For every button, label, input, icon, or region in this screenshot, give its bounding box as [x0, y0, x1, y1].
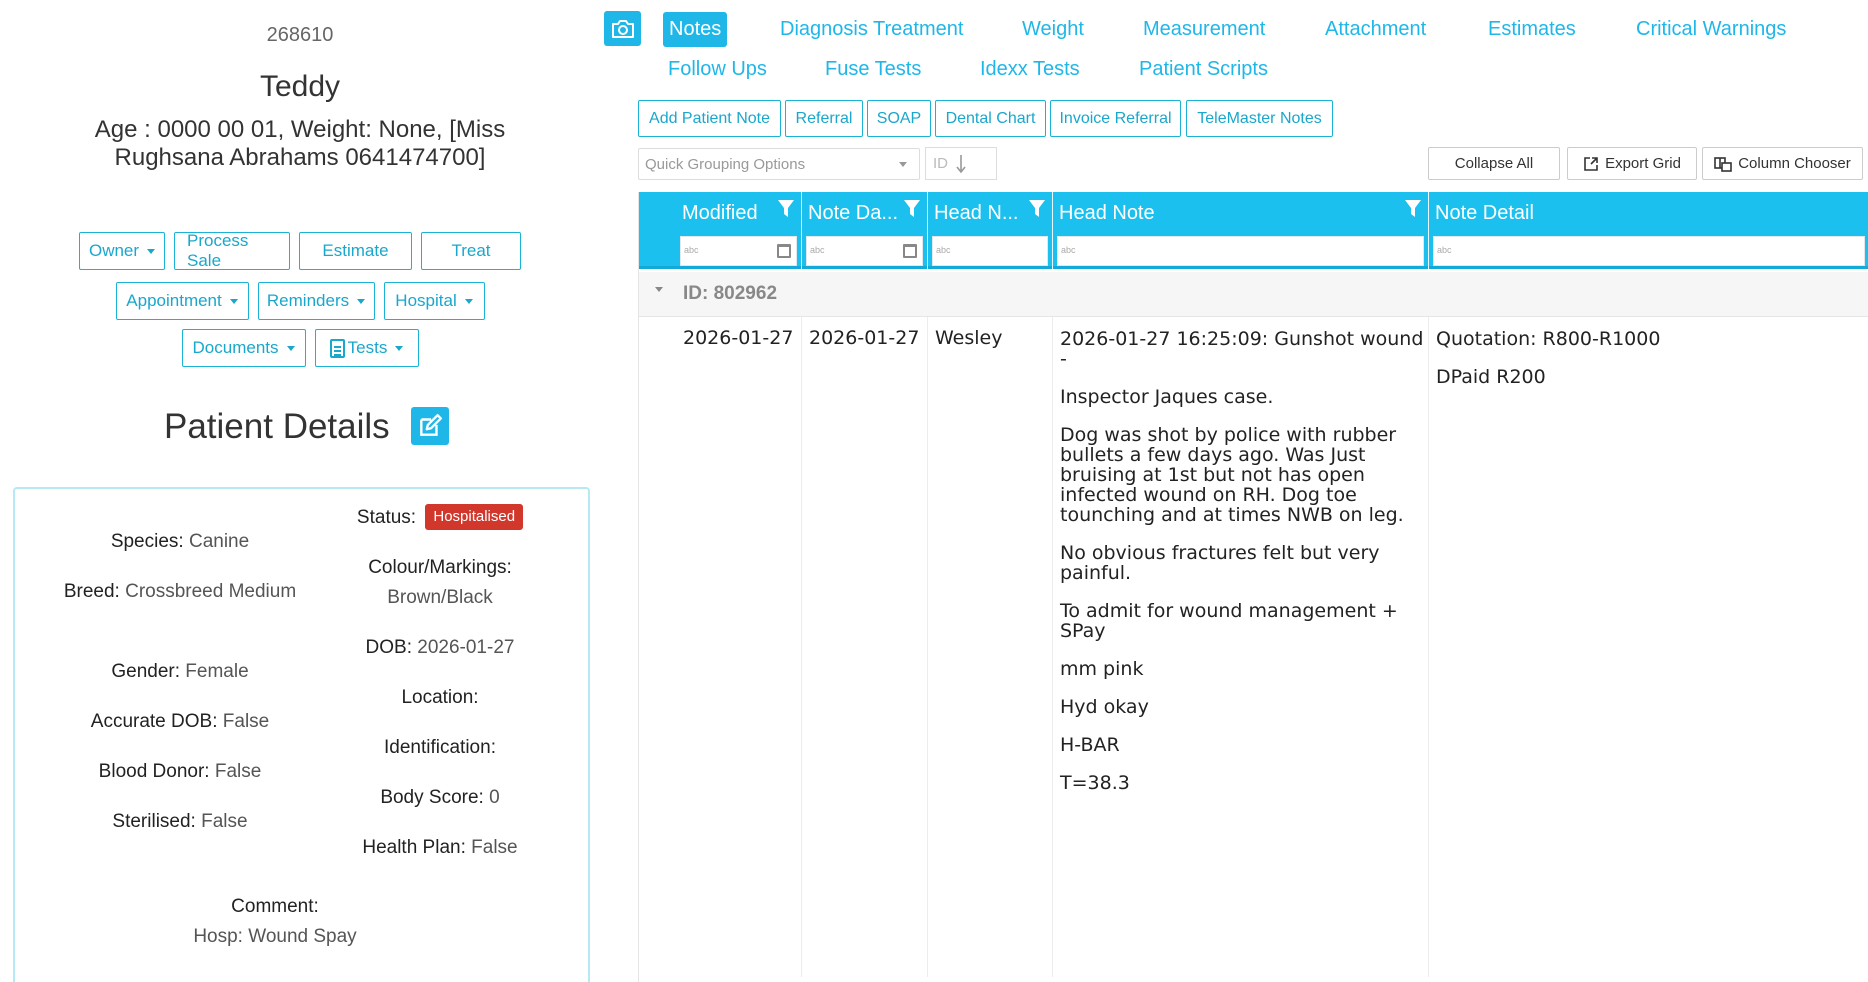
filter-input-head-name[interactable]: abc: [932, 236, 1048, 266]
column-header-head-note[interactable]: Head Note abc: [1053, 192, 1429, 269]
notes-grid: Modified abc Note Da... abc Head N... ab…: [638, 192, 1868, 982]
camera-button[interactable]: [604, 11, 641, 46]
tab-measurement[interactable]: Measurement: [1143, 18, 1265, 41]
patient-name: Teddy: [259, 70, 341, 103]
owner-dropdown-button[interactable]: Owner: [79, 232, 165, 270]
appointment-dropdown-button[interactable]: Appointment: [115, 282, 249, 320]
caret-down-icon: [395, 345, 404, 351]
filter-icon[interactable]: [1028, 199, 1046, 219]
tab-estimates[interactable]: Estimates: [1488, 18, 1576, 41]
cell-head-name: Wesley: [928, 317, 1053, 977]
dob-field: DOB: 2026-01-27: [365, 637, 515, 658]
gender-field: Gender: Female: [111, 661, 249, 682]
column-chooser-icon: [1714, 156, 1733, 172]
sterilised-field: Sterilised: False: [112, 811, 248, 832]
camera-icon: [611, 19, 634, 38]
telemaster-notes-button[interactable]: TeleMaster Notes: [1186, 100, 1333, 137]
caret-down-icon: [357, 298, 366, 304]
cell-head-note: 2026-01-27 16:25:09: Gunshot wound - Ins…: [1053, 317, 1429, 977]
sort-id-button[interactable]: ID: [925, 147, 997, 180]
filter-input-head-note[interactable]: abc: [1057, 236, 1424, 266]
estimate-button[interactable]: Estimate: [299, 232, 412, 270]
cell-modified: 2026-01-27: [676, 317, 802, 977]
body-score-field: Body Score: 0: [380, 787, 500, 808]
action-row-3: Documents Tests: [0, 329, 600, 367]
grid-header: Modified abc Note Da... abc Head N... ab…: [639, 192, 1868, 269]
column-chooser-button[interactable]: Column Chooser: [1702, 147, 1863, 180]
patient-panel: 268610 Teddy Age : 0000 00 01, Weight: N…: [0, 0, 600, 982]
tab-fuse-tests[interactable]: Fuse Tests: [825, 58, 921, 81]
filter-input-note-detail[interactable]: abc: [1433, 236, 1865, 266]
location-field: Location:: [401, 687, 479, 708]
caret-down-icon: [899, 162, 907, 167]
head-note-text: 2026-01-27 16:25:09: Gunshot wound - Ins…: [1060, 328, 1424, 794]
identification-field: Identification:: [384, 737, 496, 758]
caret-down-icon: [147, 248, 156, 254]
referral-button[interactable]: Referral: [785, 100, 863, 137]
blood-donor-field: Blood Donor: False: [98, 761, 262, 782]
export-grid-button[interactable]: Export Grid: [1567, 147, 1697, 180]
tab-follow-ups[interactable]: Follow Ups: [668, 58, 767, 81]
reminders-dropdown-button[interactable]: Reminders: [257, 282, 375, 320]
add-patient-note-button[interactable]: Add Patient Note: [638, 100, 781, 137]
colour-field: Colour/Markings: Brown/Black: [368, 557, 512, 608]
comment-field: Comment: Hosp: Wound Spay: [193, 896, 357, 947]
process-sale-button[interactable]: Process Sale: [174, 231, 290, 270]
quick-grouping-select[interactable]: Quick Grouping Options: [638, 148, 920, 180]
filter-icon[interactable]: [1404, 199, 1422, 219]
edit-icon: [420, 413, 443, 436]
tab-idexx-tests[interactable]: Idexx Tests: [980, 58, 1080, 81]
note-detail-text: Quotation: R800-R1000 DPaid R200: [1436, 328, 1661, 388]
patient-id: 268610: [266, 24, 334, 46]
breed-field: Breed: Crossbreed Medium: [63, 581, 297, 602]
caret-down-icon: [464, 298, 473, 304]
soap-button[interactable]: SOAP: [867, 100, 931, 137]
calendar-icon[interactable]: [903, 244, 917, 258]
invoice-referral-button[interactable]: Invoice Referral: [1050, 100, 1181, 137]
patient-details-card: Species: Canine Breed: Crossbreed Medium…: [13, 487, 590, 982]
cell-note-date: 2026-01-27: [802, 317, 928, 977]
accurate-dob-field: Accurate DOB: False: [90, 711, 270, 732]
tab-patient-scripts[interactable]: Patient Scripts: [1139, 58, 1268, 81]
action-row-2: Appointment Reminders Hospital: [0, 282, 600, 320]
documents-dropdown-button[interactable]: Documents: [181, 329, 306, 367]
column-header-note-detail[interactable]: Note Detail abc: [1429, 192, 1868, 269]
collapse-all-button[interactable]: Collapse All: [1428, 147, 1560, 180]
edit-patient-button[interactable]: [411, 407, 449, 445]
tab-diagnosis-treatment[interactable]: Diagnosis Treatment: [780, 18, 963, 41]
sort-down-arrow-icon: [956, 154, 966, 173]
status-badge: Hospitalised: [425, 504, 524, 530]
tab-attachment[interactable]: Attachment: [1325, 18, 1426, 41]
hospital-dropdown-button[interactable]: Hospital: [383, 282, 485, 320]
column-header-note-date[interactable]: Note Da... abc: [802, 192, 928, 269]
patient-info: Age : 0000 00 01, Weight: None, [Miss Ru…: [94, 116, 506, 171]
caret-down-icon: [229, 298, 238, 304]
treat-button[interactable]: Treat: [421, 232, 521, 270]
health-plan-field: Health Plan: False: [362, 837, 518, 858]
patient-details-title: Patient Details: [164, 407, 390, 446]
column-header-head-name[interactable]: Head N... abc: [928, 192, 1053, 269]
export-icon: [1584, 156, 1598, 171]
document-icon: [329, 338, 345, 358]
caret-down-icon: [286, 345, 295, 351]
status-field: Status: Hospitalised: [315, 503, 565, 533]
group-row[interactable]: ID: 802962: [639, 272, 1868, 317]
tab-notes[interactable]: Notes: [663, 12, 728, 47]
column-header-modified[interactable]: Modified abc: [676, 192, 802, 269]
calendar-icon[interactable]: [777, 244, 791, 258]
dental-chart-button[interactable]: Dental Chart: [935, 100, 1046, 137]
collapse-caret-icon[interactable]: [655, 287, 663, 292]
filter-input-note-date[interactable]: abc: [806, 236, 923, 266]
tests-dropdown-button[interactable]: Tests: [314, 329, 419, 367]
tab-weight[interactable]: Weight: [1022, 18, 1084, 41]
filter-icon[interactable]: [903, 199, 921, 219]
cell-note-detail: Quotation: R800-R1000 DPaid R200: [1429, 317, 1868, 977]
filter-icon[interactable]: [777, 199, 795, 219]
tab-critical-warnings[interactable]: Critical Warnings: [1636, 18, 1786, 41]
filter-input-modified[interactable]: abc: [680, 236, 797, 266]
species-field: Species: Canine: [110, 531, 250, 552]
action-row-1: Owner Process Sale Estimate Treat: [0, 231, 600, 270]
